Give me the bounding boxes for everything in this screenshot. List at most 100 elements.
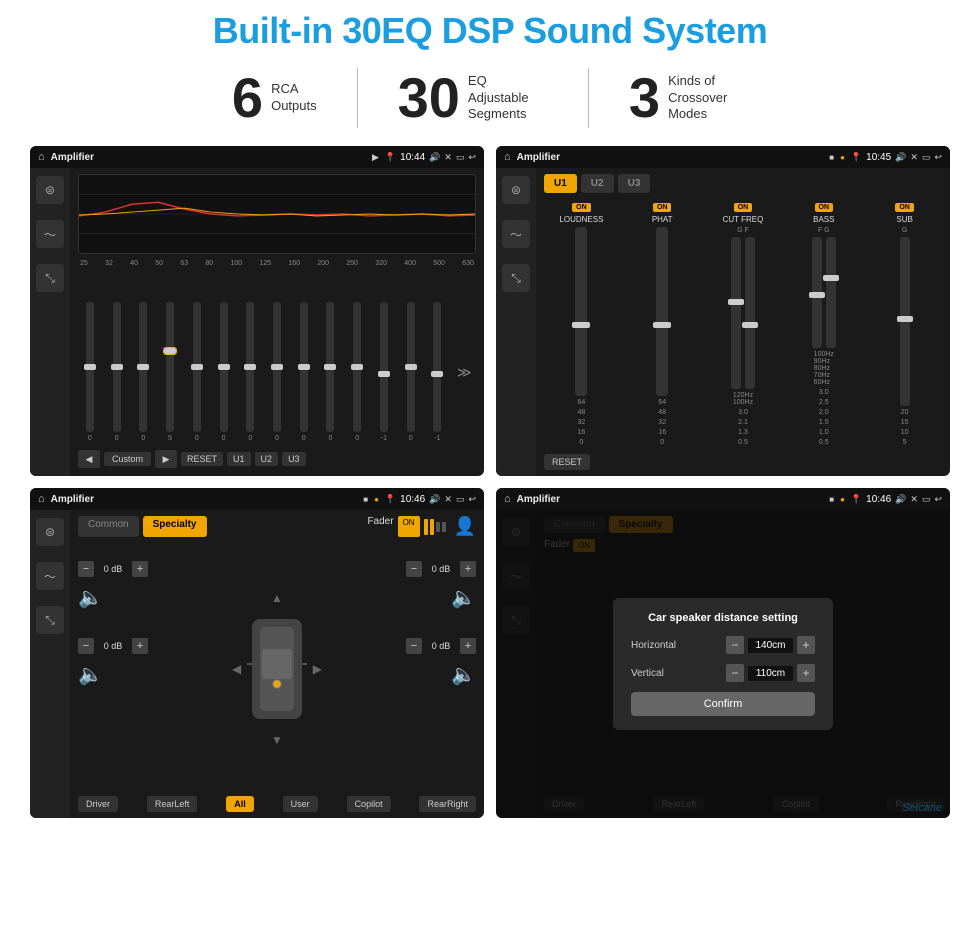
u1-btn-1[interactable]: U1: [227, 452, 251, 466]
slider-track-12[interactable]: [407, 302, 415, 432]
home-icon-2[interactable]: ⌂: [504, 151, 511, 163]
right-arrow[interactable]: ▶: [313, 662, 322, 676]
user-btn-3[interactable]: User: [283, 796, 318, 812]
bottom-buttons-3: Driver RearLeft All User Copilot RearRig…: [78, 796, 476, 812]
next-btn[interactable]: ▶: [155, 450, 177, 468]
expand-icon-btn-1[interactable]: ⤡: [36, 264, 64, 292]
user-icon-3[interactable]: 👤: [454, 516, 476, 537]
sub-thumb: [897, 316, 913, 322]
u3-preset-btn[interactable]: U3: [618, 174, 651, 193]
expand-icon-btn-2[interactable]: ⤡: [502, 264, 530, 292]
slider-track-4[interactable]: [193, 302, 201, 432]
sub-on-badge[interactable]: ON: [895, 203, 914, 212]
slider-track-13[interactable]: [433, 302, 441, 432]
slider-col-12: 0: [399, 302, 423, 442]
stats-row: 6 RCAOutputs 30 EQ AdjustableSegments 3 …: [30, 68, 950, 128]
up-arrow[interactable]: ▲: [271, 591, 283, 605]
loudness-slider[interactable]: [575, 227, 587, 396]
prev-btn[interactable]: ◀: [78, 450, 100, 468]
copilot-btn-3[interactable]: Copilot: [347, 796, 391, 812]
rec-icon-2: ■: [829, 153, 834, 162]
sub-slider[interactable]: [900, 237, 910, 406]
top-left-minus[interactable]: −: [78, 561, 94, 577]
bot-left-plus[interactable]: +: [132, 638, 148, 654]
slider-track-6[interactable]: [246, 302, 254, 432]
specialty-tab-3[interactable]: Specialty: [143, 516, 207, 537]
eq-icon-btn-2[interactable]: ⊜: [502, 176, 530, 204]
bot-left-minus[interactable]: −: [78, 638, 94, 654]
left-arrow[interactable]: ◀: [232, 662, 241, 676]
down-arrow[interactable]: ▼: [271, 733, 283, 747]
bass-g-slider[interactable]: [826, 237, 836, 348]
wave-icon-btn-2[interactable]: 〜: [502, 220, 530, 248]
u3-btn-1[interactable]: U3: [282, 452, 306, 466]
slider-track-3[interactable]: [166, 302, 174, 432]
home-icon-4[interactable]: ⌂: [504, 493, 511, 505]
volume-icon-1: 🔊: [429, 152, 440, 163]
eq-icon-btn-1[interactable]: ⊜: [36, 176, 64, 204]
custom-preset-btn[interactable]: Custom: [104, 452, 151, 466]
cutfreq-val4: 0.5: [738, 439, 748, 446]
eq-icon-btn-3[interactable]: ⊜: [36, 518, 64, 546]
slider-track-5[interactable]: [220, 302, 228, 432]
rearright-btn-3[interactable]: RearRight: [419, 796, 476, 812]
horizontal-minus-btn[interactable]: −: [726, 636, 744, 654]
bot-right-minus[interactable]: −: [406, 638, 422, 654]
u1-preset-btn[interactable]: U1: [544, 174, 577, 193]
time-2: 10:45: [866, 152, 891, 163]
close-icon-1: ✕: [444, 152, 452, 163]
status-icons-3: 📍 10:46 🔊 ✕ ▭ ↩: [385, 494, 476, 505]
slider-track-0[interactable]: [86, 302, 94, 432]
bot-right-control: − 0 dB +: [406, 638, 476, 654]
wave-icon-btn-3[interactable]: 〜: [36, 562, 64, 590]
cutfreq-on-badge[interactable]: ON: [734, 203, 753, 212]
vertical-plus-btn[interactable]: +: [797, 664, 815, 682]
fader-on-btn[interactable]: ON: [398, 516, 420, 537]
page-title: Built-in 30EQ DSP Sound System: [213, 10, 767, 52]
bass-on-badge[interactable]: ON: [815, 203, 834, 212]
top-left-plus[interactable]: +: [132, 561, 148, 577]
slider-col-13: -1: [426, 302, 450, 442]
common-tab-3[interactable]: Common: [78, 516, 139, 537]
slider-track-11[interactable]: [380, 302, 388, 432]
top-right-minus[interactable]: −: [406, 561, 422, 577]
u2-btn-1[interactable]: U2: [255, 452, 279, 466]
slider-track-8[interactable]: [300, 302, 308, 432]
loudness-val5: 0: [579, 439, 583, 446]
reset-btn-2[interactable]: RESET: [544, 454, 590, 470]
vertical-minus-btn[interactable]: −: [726, 664, 744, 682]
cutfreq-g-slider[interactable]: [731, 237, 741, 389]
horizontal-plus-btn[interactable]: +: [797, 636, 815, 654]
cutfreq-col: ON CUT FREQ G F 120Hz: [706, 203, 781, 446]
wave-icon-btn-1[interactable]: 〜: [36, 220, 64, 248]
home-icon-3[interactable]: ⌂: [38, 493, 45, 505]
horizontal-row: Horizontal − 140cm +: [631, 636, 815, 654]
all-btn-3[interactable]: All: [226, 796, 254, 812]
u2-preset-btn[interactable]: U2: [581, 174, 614, 193]
slider-track-1[interactable]: [113, 302, 121, 432]
loudness-col: ON LOUDNESS 64 48 32 16 0: [544, 203, 619, 446]
phat-on-badge[interactable]: ON: [653, 203, 672, 212]
status-bar-1: ⌂ Amplifier ▶ 📍 10:44 🔊 ✕ ▭ ↩: [30, 146, 484, 168]
reset-btn-1[interactable]: RESET: [181, 452, 223, 466]
loudness-on-badge[interactable]: ON: [572, 203, 591, 212]
top-right-plus[interactable]: +: [460, 561, 476, 577]
rearleft-btn-3[interactable]: RearLeft: [147, 796, 198, 812]
phat-slider[interactable]: [656, 227, 668, 396]
slider-track-10[interactable]: [353, 302, 361, 432]
slider-track-7[interactable]: [273, 302, 281, 432]
back-icon-3: ↩: [468, 494, 476, 505]
bass-f-slider[interactable]: [812, 237, 822, 348]
confirm-button[interactable]: Confirm: [631, 692, 815, 716]
bot-right-plus[interactable]: +: [460, 638, 476, 654]
stat-eq: 30 EQ AdjustableSegments: [358, 70, 588, 126]
home-icon-1[interactable]: ⌂: [38, 151, 45, 163]
phat-val5: 0: [660, 439, 664, 446]
slider-track-9[interactable]: [326, 302, 334, 432]
time-4: 10:46: [866, 494, 891, 505]
driver-btn-3[interactable]: Driver: [78, 796, 118, 812]
expand-icon-btn-3[interactable]: ⤡: [36, 606, 64, 634]
side-panel-3: ⊜ 〜 ⤡: [30, 510, 70, 818]
slider-track-2[interactable]: [139, 302, 147, 432]
cutfreq-f-slider[interactable]: [745, 237, 755, 389]
